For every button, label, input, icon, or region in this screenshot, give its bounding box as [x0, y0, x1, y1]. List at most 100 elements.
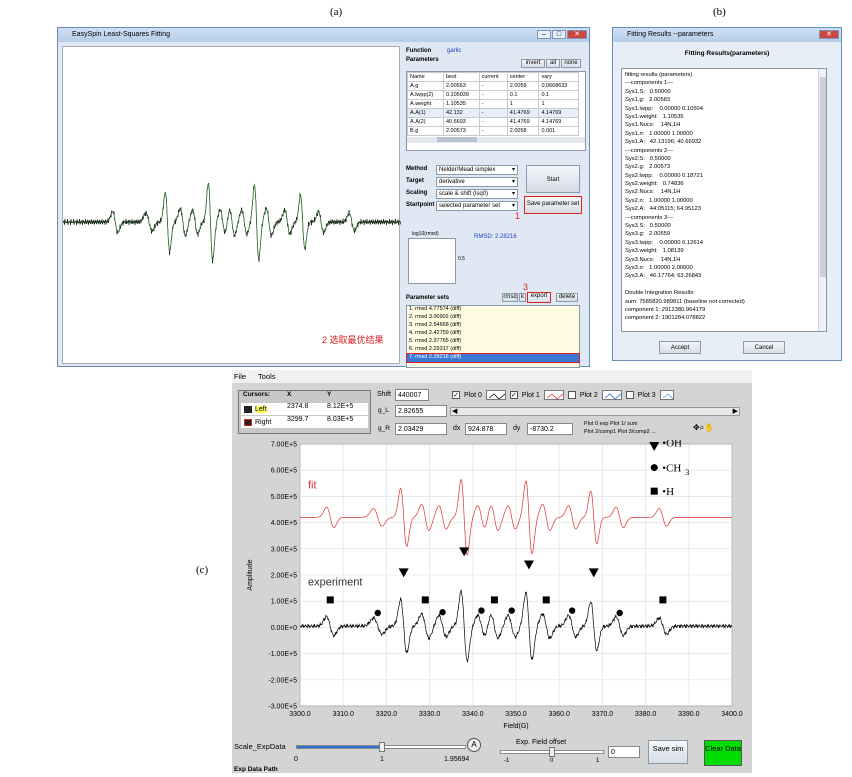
- cursor-left-x[interactable]: 2374.8: [287, 403, 327, 415]
- result-line: ---components 1---: [625, 80, 673, 87]
- fitres-scrollbar[interactable]: [818, 69, 826, 331]
- scale-slider[interactable]: [296, 742, 466, 752]
- plot3-checkbox[interactable]: [625, 391, 634, 399]
- cancel-button[interactable]: Cancel: [743, 341, 785, 354]
- ch3-marker: [478, 607, 485, 614]
- scale-tick-0: 0: [294, 756, 298, 763]
- gl-field[interactable]: 2.82655: [395, 405, 447, 417]
- clear-data-button[interactable]: Clear Data: [704, 740, 742, 766]
- easyspin-titlebar: EasySpin Least-Squares Fitting – □ ✕: [58, 28, 589, 42]
- fitres-close-button[interactable]: ✕: [819, 30, 839, 39]
- legend-ch3-label: •CH: [662, 463, 681, 475]
- method-select[interactable]: Nelder/Mead simplex ▾: [436, 165, 518, 175]
- offset-slider[interactable]: [500, 747, 604, 757]
- list-item[interactable]: 6. rmsd 2.29317 (diff): [407, 346, 579, 354]
- result-line: ---components 3---: [625, 214, 673, 221]
- cursor-right-name[interactable]: Right: [255, 419, 271, 426]
- result-line: ---components 2---: [625, 147, 673, 154]
- table-row[interactable]: B.g 2.00573-2.0058 0.001: [407, 126, 579, 136]
- result-line: component 1: 2912380.964179: [625, 306, 706, 313]
- function-value: garlic: [447, 48, 462, 54]
- table-row[interactable]: A.A(1) 42.132-41.4769 4.14769: [407, 108, 579, 118]
- result-line: sum: 7585820.989811 (baseline not correc…: [625, 298, 745, 305]
- rmsd-log-label: log10(rmsd): [412, 231, 439, 237]
- minimize-button[interactable]: –: [537, 30, 551, 39]
- plot1-checkbox[interactable]: ✓: [509, 391, 518, 399]
- plot2-checkbox[interactable]: [567, 391, 576, 399]
- list-item[interactable]: 1. rmsd 4.77574 (diff): [407, 306, 579, 314]
- offset-field[interactable]: 0: [608, 746, 640, 758]
- shift-field[interactable]: 440007: [395, 389, 429, 401]
- table-row[interactable]: A.lwpp(2) 0.105039-0.1 0.1: [407, 90, 579, 100]
- none-button[interactable]: none: [561, 59, 581, 68]
- offset-tick-0: -1: [504, 758, 510, 764]
- shift-label: Shift: [377, 391, 392, 398]
- fitres-title: Fitting Results --parameters: [627, 31, 714, 38]
- list-item[interactable]: 4. rmsd 2.42759 (diff): [407, 330, 579, 338]
- y-tick-label: -1.00E+5: [268, 651, 297, 658]
- menu-file[interactable]: File: [234, 372, 246, 381]
- close-button[interactable]: ✕: [567, 30, 587, 39]
- maximize-button[interactable]: □: [552, 30, 566, 39]
- result-line: Sys2.Nucs: 14N,1H: [625, 189, 681, 196]
- list-item-selected[interactable]: 7. rmsd 2.28216 (diff): [406, 353, 580, 363]
- table-row[interactable]: A.A(2) 40.6693-41.4769 4.14769: [407, 117, 579, 127]
- gr-field[interactable]: 2.03429: [395, 423, 447, 435]
- all-button[interactable]: all: [546, 59, 560, 68]
- scale-expdata-label: Scale_ExpData: [234, 742, 286, 751]
- export-button[interactable]: export: [527, 292, 551, 303]
- delete-button[interactable]: delete: [556, 293, 578, 302]
- save-sim-button[interactable]: Save sim: [648, 740, 688, 764]
- hscroll[interactable]: ◀ ▶: [450, 407, 740, 416]
- x-tick-label: 3390.0: [678, 711, 700, 718]
- scale-knob-icon[interactable]: A: [467, 738, 481, 752]
- startpoint-select[interactable]: selected parameter set ▾: [436, 201, 518, 211]
- target-select[interactable]: derivative ▾: [436, 177, 518, 187]
- function-label: Function: [406, 48, 432, 54]
- plot-legend-1: Plot 0 exp Plot 1/ sum: [584, 421, 638, 427]
- result-line: Sys2.weight: 0.74836: [625, 181, 684, 188]
- plot0-checkbox[interactable]: ✓: [452, 391, 460, 399]
- list-item[interactable]: 5. rmsd 2.37765 (diff): [407, 338, 579, 346]
- parameter-sets-list[interactable]: 1. rmsd 4.77574 (diff) 2. rmsd 3.00902 (…: [406, 305, 580, 368]
- plot1-label: Plot 1: [521, 391, 540, 399]
- x-tick-label: 3300.0: [289, 711, 311, 718]
- cursor-right-y[interactable]: 8.03E+5: [327, 416, 367, 428]
- h-marker: [326, 596, 334, 604]
- invert-button[interactable]: invert: [521, 59, 545, 68]
- table-hscrollbar[interactable]: [407, 137, 585, 143]
- annotation-2: 2 选取最优结果: [322, 335, 384, 345]
- list-item[interactable]: 3. rmsd 2.54668 (diff): [407, 322, 579, 330]
- target-label: Target: [406, 178, 424, 184]
- fitres-textbox[interactable]: fitting results (parameters) ---component…: [621, 68, 827, 332]
- scaling-select[interactable]: scale & shift (lsq0) ▾: [436, 189, 518, 199]
- result-line: Sys1.Nucs: 14N,1H: [625, 122, 681, 129]
- accept-button[interactable]: Accept: [659, 341, 701, 354]
- rmsd-plot: [408, 238, 456, 284]
- x-tick-label: 3350.0: [505, 711, 527, 718]
- fitting-results-window: Fitting Results --parameters ✕ Fitting R…: [612, 27, 842, 361]
- plot3-label: Plot 3: [637, 391, 656, 399]
- plot3-swatch: [659, 390, 674, 400]
- cursor-x-header: X: [287, 391, 292, 398]
- table-row[interactable]: A.g 2.00563-2.0059 0.0668633: [407, 81, 579, 91]
- dx-field[interactable]: 924.878: [465, 423, 507, 435]
- col-center: center: [506, 72, 540, 82]
- h-marker: [542, 596, 550, 604]
- start-button[interactable]: Start: [526, 165, 580, 193]
- spectrum-svg: [62, 182, 402, 264]
- table-row[interactable]: A.weight 1.10535-1 1: [407, 99, 579, 109]
- cursor-right-icon: [244, 418, 252, 426]
- dy-field[interactable]: -8730.2: [527, 423, 573, 435]
- parameter-table[interactable]: Name best current center vary A.g 2.00563…: [406, 71, 586, 151]
- list-item[interactable]: 2. rmsd 3.00902 (diff): [407, 314, 579, 322]
- y-tick-label: 7.00E+5: [271, 442, 297, 449]
- cursor-left-y[interactable]: 8.12E+5: [327, 403, 367, 415]
- cursor-right-x[interactable]: 3299.7: [287, 416, 327, 428]
- k-button[interactable]: k: [519, 293, 526, 302]
- save-parameter-set-button[interactable]: Save parameter set: [524, 196, 582, 214]
- rmsd-button[interactable]: rmsd: [502, 293, 518, 302]
- graph-tools[interactable]: ✥⌕✋: [693, 423, 714, 433]
- menu-tools[interactable]: Tools: [258, 372, 276, 381]
- cursor-left-name[interactable]: Left: [255, 405, 267, 413]
